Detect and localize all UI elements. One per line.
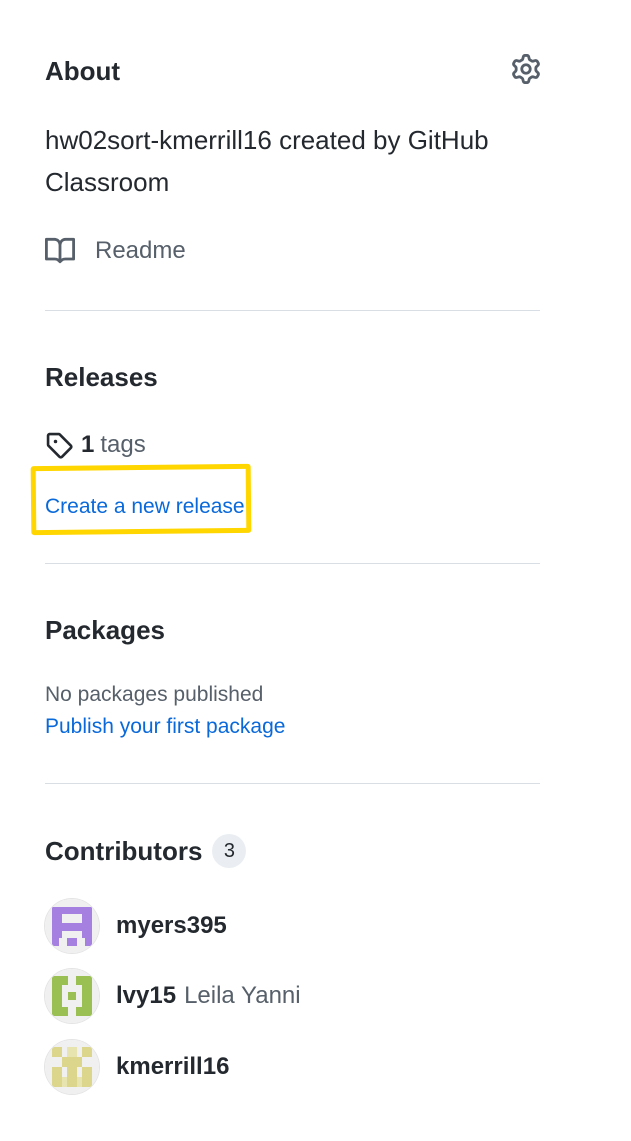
gear-icon[interactable] xyxy=(511,54,541,84)
book-icon xyxy=(45,237,75,264)
section-divider xyxy=(45,783,540,784)
contributor-item[interactable]: lvy15 Leila Yanni xyxy=(45,968,301,1024)
contributor-login: myers395 xyxy=(116,912,227,939)
contributors-count-badge: 3 xyxy=(212,834,247,868)
create-release-link[interactable]: Create a new release xyxy=(45,493,245,521)
avatar xyxy=(45,969,99,1023)
avatar xyxy=(45,1040,99,1094)
no-packages-text: No packages published xyxy=(45,683,264,706)
tag-count: 1 xyxy=(81,431,95,458)
section-divider xyxy=(45,563,540,564)
contributor-login: lvy15 xyxy=(116,982,177,1009)
avatar xyxy=(45,899,99,953)
packages-heading[interactable]: Packages xyxy=(45,614,165,646)
contributors-header[interactable]: Contributors 3 xyxy=(45,834,247,868)
about-heading: About xyxy=(45,56,121,86)
tags-link[interactable]: 1 tags xyxy=(45,428,146,462)
readme-label: Readme xyxy=(95,237,186,264)
contributors-heading: Contributors xyxy=(45,836,203,866)
readme-link[interactable]: Readme xyxy=(45,234,186,268)
contributor-login: kmerrill16 xyxy=(116,1053,230,1080)
section-divider xyxy=(45,310,540,311)
releases-heading[interactable]: Releases xyxy=(45,361,158,393)
contributor-item[interactable]: kmerrill16 xyxy=(45,1039,237,1095)
tag-icon xyxy=(46,432,73,459)
contributor-name: Leila Yanni xyxy=(184,982,301,1009)
contributor-item[interactable]: myers395 xyxy=(45,898,235,954)
publish-package-link[interactable]: Publish your first package xyxy=(45,713,285,741)
repo-description: hw02sort-kmerrill16 created by GitHub Cl… xyxy=(45,125,489,197)
tag-label: tags xyxy=(100,431,146,458)
